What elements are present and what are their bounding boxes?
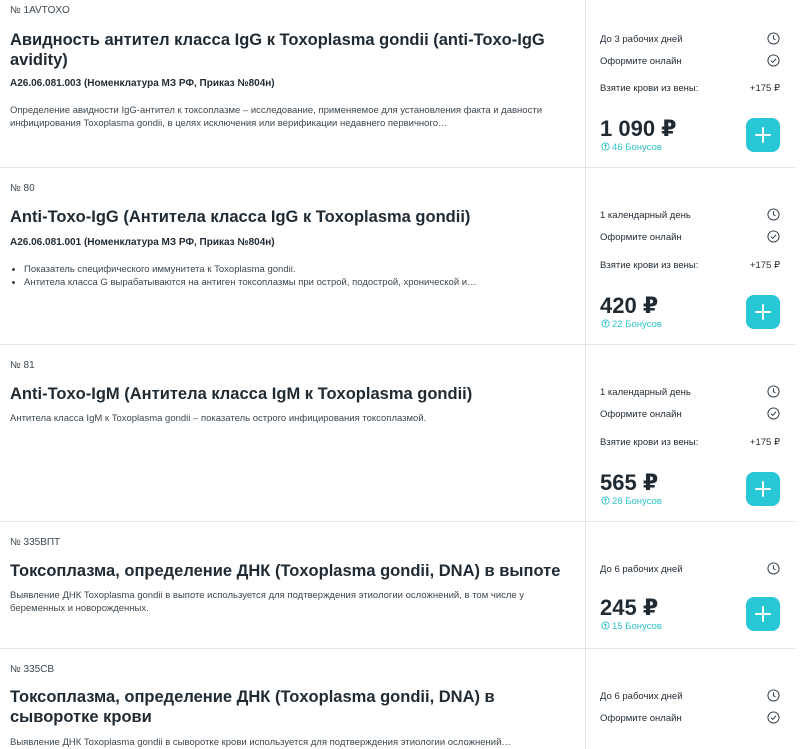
check-circle-icon [767,54,780,67]
blood-draw-price: +175 ₽ [749,260,780,271]
clock-icon [767,689,780,702]
clock-icon [767,208,780,221]
price: 1 090 ₽ [600,116,677,141]
add-to-cart-button[interactable] [746,295,780,329]
test-card: № 335СВ Токсоплазма, определение ДНК (To… [0,649,796,749]
order-online-label: Оформите онлайн [600,409,682,420]
plus-icon [755,304,771,320]
term-label: 1 календарный день [600,387,691,398]
term-row: 1 календарный день [600,385,780,401]
bonus-icon [601,319,610,328]
blood-draw-price: +175 ₽ [749,83,780,94]
check-circle-icon [767,230,780,243]
bonus-icon [601,621,610,630]
order-panel: До 6 рабочих дней 245 ₽ 15 Бонусов [585,522,796,648]
blood-draw-row: Взятие крови из вены: +175 ₽ [600,258,780,274]
bonus-label: 28 Бонусов [601,496,662,507]
term-label: 1 календарный день [600,210,691,221]
check-circle-icon [767,407,780,420]
nomenclature-code: A26.06.081.003 (Номенклатура МЗ РФ, Прик… [10,78,275,89]
order-panel: До 3 рабочих дней Оформите онлайн Взятие… [585,0,796,167]
bonus-text: 28 Бонусов [612,496,662,507]
bullet-item: Показатель специфического иммунитета к T… [24,263,584,276]
blood-draw-label: Взятие крови из вены: [600,260,699,271]
test-title[interactable]: Anti-Toxo-IgG (Антитела класса IgG к Tox… [10,207,570,227]
test-code: № 335СВ [10,664,55,675]
bonus-icon [601,496,610,505]
order-online-row[interactable]: Оформите онлайн [600,711,780,727]
order-online-label: Оформите онлайн [600,713,682,724]
nomenclature-code: A26.06.081.001 (Номенклатура МЗ РФ, Прик… [10,237,275,248]
order-panel: 1 календарный день Оформите онлайн Взяти… [585,168,796,344]
bonus-text: 15 Бонусов [612,621,662,632]
term-label: До 6 рабочих дней [600,564,683,575]
test-description: Антитела класса IgM к Toxoplasma gondii … [10,413,427,424]
term-label: До 3 рабочих дней [600,34,683,45]
test-title[interactable]: Токсоплазма, определение ДНК (Toxoplasma… [10,687,570,727]
test-bullet-list: Показатель специфического иммунитета к T… [10,263,584,289]
test-code: № 81 [10,360,35,371]
bonus-label: 15 Бонусов [601,621,662,632]
price: 245 ₽ [600,595,659,620]
test-code: № 80 [10,183,35,194]
plus-icon [755,127,771,143]
test-list: № 1AVTOXO Авидность антител класса IgG к… [0,0,796,749]
price: 565 ₽ [600,470,659,495]
add-to-cart-button[interactable] [746,597,780,631]
term-row: До 6 рабочих дней [600,689,780,705]
test-card: № 335ВПТ Токсоплазма, определение ДНК (T… [0,522,796,649]
order-online-row[interactable]: Оформите онлайн [600,230,780,246]
bonus-label: 22 Бонусов [601,319,662,330]
bonus-text: 46 Бонусов [612,142,662,153]
clock-icon [767,32,780,45]
bonus-label: 46 Бонусов [601,142,662,153]
order-panel: 1 календарный день Оформите онлайн Взяти… [585,345,796,521]
blood-draw-price: +175 ₽ [749,437,780,448]
price: 420 ₽ [600,293,659,318]
add-to-cart-button[interactable] [746,472,780,506]
test-title[interactable]: Токсоплазма, определение ДНК (Toxoplasma… [10,561,570,581]
bullet-item: Антитела класса G вырабатываются на анти… [24,276,584,289]
test-code: № 1AVTOXO [10,5,70,16]
test-title[interactable]: Anti-Toxo-IgM (Антитела класса IgM к Tox… [10,384,570,404]
bonus-text: 22 Бонусов [612,319,662,330]
blood-draw-label: Взятие крови из вены: [600,83,699,94]
clock-icon [767,562,780,575]
plus-icon [755,606,771,622]
add-to-cart-button[interactable] [746,118,780,152]
term-row: До 6 рабочих дней [600,562,780,578]
test-card: № 1AVTOXO Авидность антител класса IgG к… [0,0,796,168]
order-panel: До 6 рабочих дней Оформите онлайн [585,649,796,749]
order-online-row[interactable]: Оформите онлайн [600,54,780,70]
test-card: № 80 Anti-Toxo-IgG (Антитела класса IgG … [0,168,796,345]
test-title[interactable]: Авидность антител класса IgG к Toxoplasm… [10,30,570,70]
test-code: № 335ВПТ [10,537,61,548]
order-online-label: Оформите онлайн [600,232,682,243]
term-row: До 3 рабочих дней [600,32,780,48]
blood-draw-row: Взятие крови из вены: +175 ₽ [600,435,780,451]
blood-draw-row: Взятие крови из вены: +175 ₽ [600,81,780,97]
term-label: До 6 рабочих дней [600,691,683,702]
order-online-row[interactable]: Оформите онлайн [600,407,780,423]
test-description: Определение авидности IgG-антител к токс… [10,105,542,129]
test-description: Выявление ДНК Toxoplasma gondii в выпоте… [10,590,525,614]
plus-icon [755,481,771,497]
bonus-icon [601,142,610,151]
clock-icon [767,385,780,398]
order-online-label: Оформите онлайн [600,56,682,67]
check-circle-icon [767,711,780,724]
test-card: № 81 Anti-Toxo-IgM (Антитела класса IgM … [0,345,796,522]
term-row: 1 календарный день [600,208,780,224]
blood-draw-label: Взятие крови из вены: [600,437,699,448]
